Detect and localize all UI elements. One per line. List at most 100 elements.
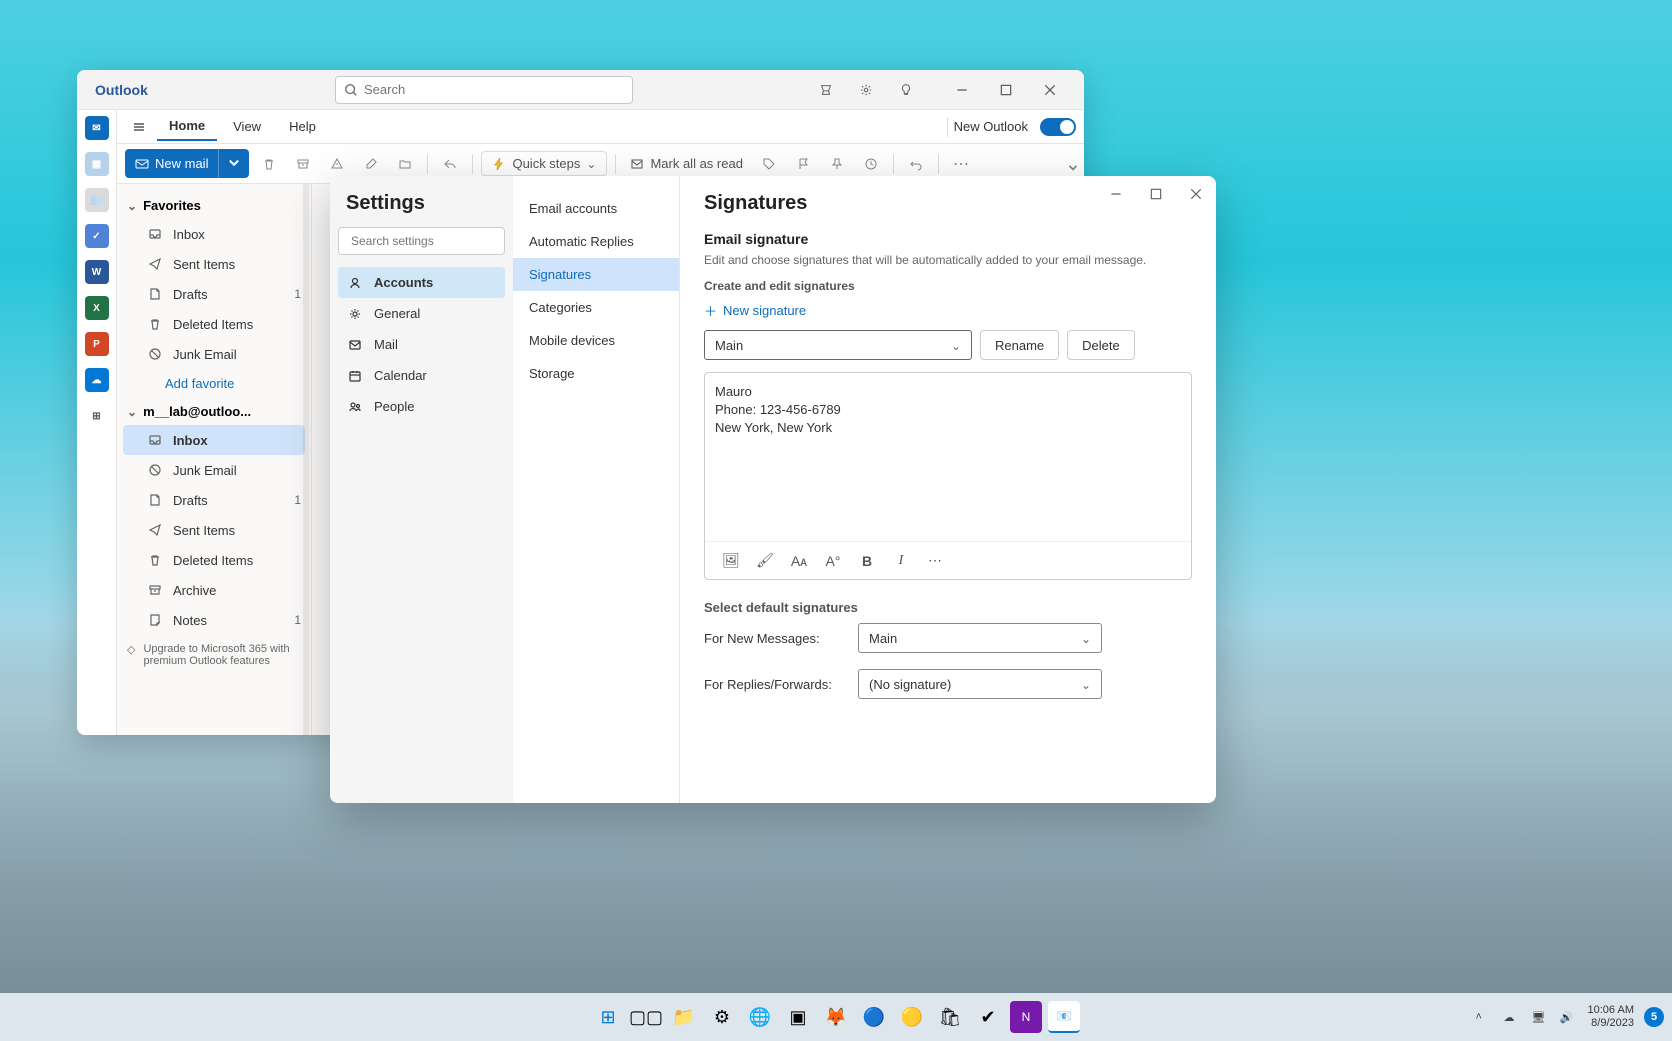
minimize-button[interactable] <box>940 72 984 108</box>
notification-badge[interactable]: 5 <box>1644 1007 1664 1027</box>
settings-nav-people[interactable]: People <box>338 391 505 422</box>
terminal-icon[interactable]: ▣ <box>782 1001 814 1033</box>
italic-icon[interactable]: I <box>891 553 911 569</box>
canary-icon[interactable]: 🟡 <box>896 1001 928 1033</box>
maximize-button[interactable] <box>984 72 1028 108</box>
snooze-icon[interactable] <box>857 150 885 178</box>
try-premium-icon[interactable] <box>812 76 840 104</box>
font-family-icon[interactable]: Aᴀ <box>789 553 809 569</box>
folder-notes[interactable]: Notes1 <box>117 605 311 635</box>
undo-icon[interactable] <box>902 150 930 178</box>
rail-excel-icon[interactable]: X <box>85 296 109 320</box>
font-size-icon[interactable]: A° <box>823 553 843 569</box>
close-button[interactable] <box>1028 72 1072 108</box>
folder-sent-items[interactable]: Sent Items <box>117 249 311 279</box>
rail-ppt-icon[interactable]: P <box>85 332 109 356</box>
subnav-automatic-replies[interactable]: Automatic Replies <box>513 225 679 258</box>
onedrive-tray-icon[interactable]: ☁ <box>1504 1011 1522 1024</box>
volume-tray-icon[interactable]: 🔊 <box>1560 1011 1578 1024</box>
scrollbar[interactable] <box>303 184 309 735</box>
rail-calendar-icon[interactable]: ▦ <box>85 152 109 176</box>
rename-button[interactable]: Rename <box>980 330 1059 360</box>
pin-icon[interactable] <box>823 150 851 178</box>
chrome2-icon[interactable]: 🔵 <box>858 1001 890 1033</box>
add-favorite-link[interactable]: Add favorite <box>117 369 311 398</box>
for-new-select[interactable]: Main <box>858 623 1102 653</box>
for-reply-select[interactable]: (No signature) <box>858 669 1102 699</box>
outlook-taskbar-icon[interactable]: 📧 <box>1048 1001 1080 1033</box>
reply-icon[interactable] <box>436 150 464 178</box>
settings-nav-accounts[interactable]: Accounts <box>338 267 505 298</box>
rail-word-icon[interactable]: W <box>85 260 109 284</box>
subnav-email-accounts[interactable]: Email accounts <box>513 192 679 225</box>
bold-icon[interactable]: B <box>857 553 877 569</box>
chrome-icon[interactable]: 🌐 <box>744 1001 776 1033</box>
folder-drafts[interactable]: Drafts1 <box>117 279 311 309</box>
task-view-icon[interactable]: ▢▢ <box>630 1001 662 1033</box>
settings-nav-mail[interactable]: Mail <box>338 329 505 360</box>
delete-icon[interactable] <box>255 150 283 178</box>
rail-mail-icon[interactable]: ✉ <box>85 116 109 140</box>
file-explorer-icon[interactable]: 📁 <box>668 1001 700 1033</box>
hamburger-icon[interactable] <box>125 120 153 134</box>
subnav-categories[interactable]: Categories <box>513 291 679 324</box>
flag-icon[interactable] <box>789 150 817 178</box>
tab-help[interactable]: Help <box>277 113 328 140</box>
rail-people-icon[interactable]: 👥 <box>85 188 109 212</box>
folder-deleted-items[interactable]: Deleted Items <box>117 545 311 575</box>
archive-icon[interactable] <box>289 150 317 178</box>
folder-junk-email[interactable]: Junk Email <box>117 339 311 369</box>
settings-icon[interactable] <box>852 76 880 104</box>
folder-drafts[interactable]: Drafts1 <box>117 485 311 515</box>
mark-all-read-button[interactable]: Mark all as read <box>624 152 748 175</box>
settings-nav-general[interactable]: General <box>338 298 505 329</box>
signature-select[interactable]: Main <box>704 330 972 360</box>
rail-todo-icon[interactable]: ✓ <box>85 224 109 248</box>
subnav-mobile-devices[interactable]: Mobile devices <box>513 324 679 357</box>
more-format-icon[interactable]: ⋯ <box>925 552 945 569</box>
tray-chevron-icon[interactable]: ˄ <box>1476 1011 1494 1023</box>
subnav-storage[interactable]: Storage <box>513 357 679 390</box>
sweep-icon[interactable] <box>357 150 385 178</box>
settings-nav-calendar[interactable]: Calendar <box>338 360 505 391</box>
account-section[interactable]: m__lab@outloo... <box>117 398 311 425</box>
settings-search-input[interactable] <box>351 234 506 248</box>
folder-sent-items[interactable]: Sent Items <box>117 515 311 545</box>
network-tray-icon[interactable]: 🖥 <box>1532 1011 1550 1024</box>
tab-home[interactable]: Home <box>157 112 217 141</box>
settings-app-icon[interactable]: ⚙ <box>706 1001 738 1033</box>
upgrade-banner[interactable]: ◇ Upgrade to Microsoft 365 with premium … <box>117 635 311 675</box>
onenote-icon[interactable]: N <box>1010 1001 1042 1033</box>
folder-inbox[interactable]: Inbox <box>117 219 311 249</box>
search-input[interactable] <box>364 82 624 97</box>
rail-onedrive-icon[interactable]: ☁ <box>85 368 109 392</box>
quick-steps-button[interactable]: Quick steps <box>481 151 607 176</box>
moveto-icon[interactable] <box>391 150 419 178</box>
favorites-section[interactable]: Favorites <box>117 192 311 219</box>
subnav-signatures[interactable]: Signatures <box>513 258 679 291</box>
report-icon[interactable] <box>323 150 351 178</box>
folder-inbox[interactable]: Inbox <box>123 425 305 455</box>
signature-editor-body[interactable]: Mauro Phone: 123-456-6789 New York, New … <box>705 373 1191 541</box>
folder-junk-email[interactable]: Junk Email <box>117 455 311 485</box>
todo-app-icon[interactable]: ✔ <box>972 1001 1004 1033</box>
new-signature-link[interactable]: ＋ New signature <box>704 301 1192 320</box>
format-painter-icon[interactable]: 🖌 <box>755 552 775 569</box>
insert-image-icon[interactable]: 🖼 <box>721 552 741 569</box>
firefox-icon[interactable]: 🦊 <box>820 1001 852 1033</box>
start-button[interactable]: ⊞ <box>592 1001 624 1033</box>
folder-deleted-items[interactable]: Deleted Items <box>117 309 311 339</box>
settings-search-box[interactable] <box>338 227 505 255</box>
new-mail-split[interactable] <box>218 149 249 178</box>
folder-archive[interactable]: Archive <box>117 575 311 605</box>
search-box[interactable] <box>335 76 633 104</box>
tag-icon[interactable] <box>755 150 783 178</box>
store-icon[interactable]: 🛍 <box>934 1001 966 1033</box>
new-mail-button[interactable]: New mail <box>125 149 249 178</box>
delete-button[interactable]: Delete <box>1067 330 1135 360</box>
tab-view[interactable]: View <box>221 113 273 140</box>
more-toolbar-icon[interactable]: ⋯ <box>947 150 975 178</box>
rail-more-icon[interactable]: ⊞ <box>85 404 109 428</box>
tips-icon[interactable] <box>892 76 920 104</box>
taskbar-clock[interactable]: 10:06 AM 8/9/2023 <box>1588 1004 1634 1030</box>
